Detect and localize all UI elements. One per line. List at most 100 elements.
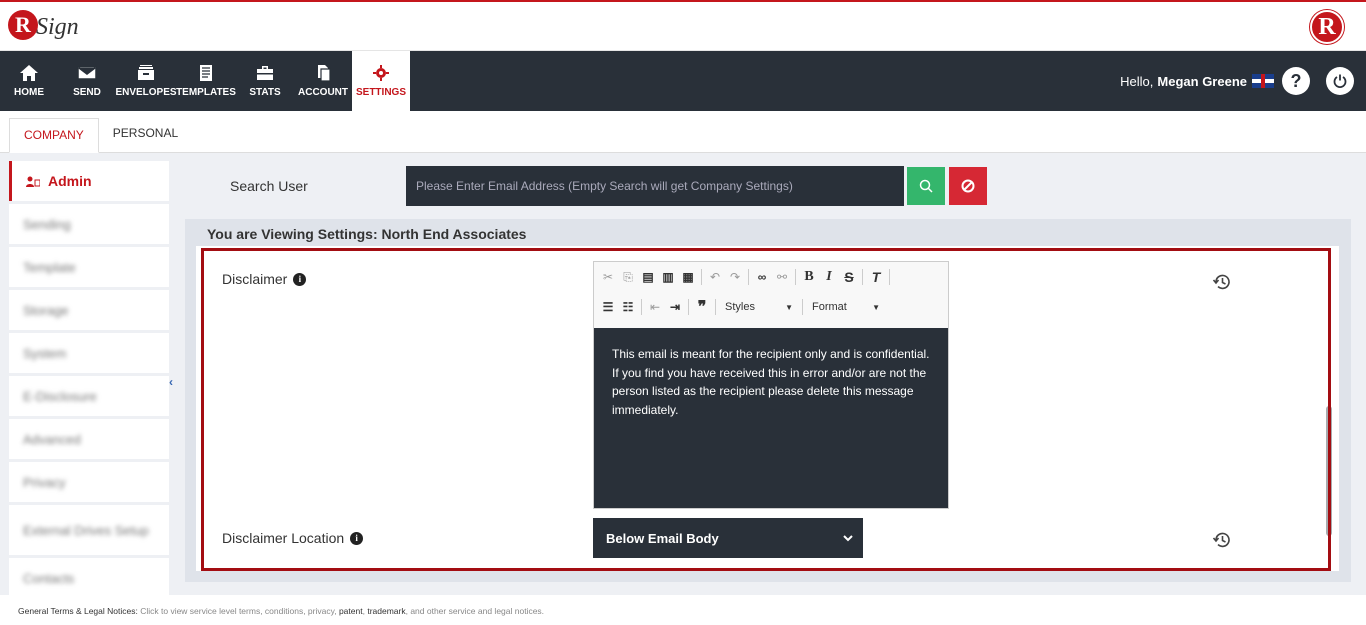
chevron-down-icon: ▼ xyxy=(785,302,793,312)
sidebar-item-privacy[interactable]: Privacy xyxy=(9,462,169,502)
sidebar-item-system[interactable]: System xyxy=(9,333,169,373)
main-navbar: HOME SEND ENVELOPES TEMPLATES STATS ACCO… xyxy=(0,51,1366,111)
strike-icon[interactable]: S xyxy=(839,267,859,287)
uk-flag-icon[interactable] xyxy=(1252,74,1274,88)
blockquote-icon[interactable]: ❞ xyxy=(692,297,712,317)
gear-icon xyxy=(373,65,389,81)
chevron-down-icon: ▼ xyxy=(872,302,880,312)
sidebar-item-label: Template xyxy=(23,259,76,275)
settings-tabs: COMPANY PERSONAL xyxy=(0,111,1366,153)
editor-toolbar-row-2: ☰ ☷ ⇤ ⇥ ❞ Styles ▼ Format ▼ xyxy=(594,292,948,322)
sidebar-item-sending[interactable]: Sending xyxy=(9,204,169,244)
location-label: Disclaimer Location xyxy=(222,530,345,546)
sidebar-item-advanced[interactable]: Advanced xyxy=(9,419,169,459)
sidebar-item-label: Admin xyxy=(48,173,92,189)
nav-account[interactable]: ACCOUNT xyxy=(294,51,352,111)
copy-icon[interactable]: ⎘ xyxy=(618,267,638,287)
disclaimer-editor: ✂ ⎘ ▤ ▥ ▦ ↶ ↷ ∞ ⚯ B I S T ☰ ☷ ⇤ ⇥ ❞ Styl… xyxy=(593,261,949,509)
search-button[interactable] xyxy=(907,167,945,205)
history-icon[interactable] xyxy=(1212,530,1232,550)
italic-icon[interactable]: I xyxy=(819,267,839,287)
bold-icon[interactable]: B xyxy=(799,267,819,287)
history-icon[interactable] xyxy=(1212,272,1232,292)
footer-trademark-link[interactable]: trademark xyxy=(367,606,405,616)
nav-stats[interactable]: STATS xyxy=(236,51,294,111)
outdent-icon[interactable]: ⇤ xyxy=(645,297,665,317)
nav-envelopes[interactable]: ENVELOPES xyxy=(115,51,177,111)
settings-sidebar: Admin Sending Template Storage System E-… xyxy=(9,161,169,601)
rsign-logo[interactable]: R Sign xyxy=(8,8,79,41)
undo-icon[interactable]: ↶ xyxy=(705,267,725,287)
power-icon[interactable] xyxy=(1326,67,1354,95)
info-icon[interactable]: i xyxy=(293,272,307,286)
toolbar-divider xyxy=(862,269,863,285)
footer-patent-link[interactable]: patent xyxy=(339,606,363,616)
clear-search-button[interactable] xyxy=(949,167,987,205)
toolbar-divider xyxy=(701,269,702,285)
toolbar-divider xyxy=(748,269,749,285)
indent-icon[interactable]: ⇥ xyxy=(665,297,685,317)
user-area: Hello, Megan Greene ? xyxy=(1120,51,1354,111)
briefcase-icon xyxy=(257,66,273,80)
unlink-icon[interactable]: ⚯ xyxy=(772,267,792,287)
sidebar-item-external-drives[interactable]: External Drives Setup xyxy=(9,505,169,555)
nav-home[interactable]: HOME xyxy=(0,51,58,111)
paste-icon[interactable]: ▤ xyxy=(638,267,658,287)
location-row-label: Disclaimer Location i xyxy=(222,530,364,546)
nav-send-label: SEND xyxy=(73,87,101,98)
templates-icon xyxy=(200,65,212,81)
user-name[interactable]: Megan Greene xyxy=(1157,74,1247,89)
link-icon[interactable]: ∞ xyxy=(752,267,772,287)
help-icon[interactable]: ? xyxy=(1282,67,1310,95)
footer-title[interactable]: General Terms & Legal Notices: xyxy=(18,606,138,616)
paste-text-icon[interactable]: ▥ xyxy=(658,267,678,287)
sidebar-item-contacts[interactable]: Contacts xyxy=(9,558,169,598)
brand-bar: R Sign R xyxy=(0,0,1366,51)
redo-icon[interactable]: ↷ xyxy=(725,267,745,287)
scrollbar[interactable] xyxy=(1325,246,1333,571)
sidebar-item-admin[interactable]: Admin xyxy=(9,161,169,201)
logo-text: Sign xyxy=(36,14,79,40)
styles-label: Styles xyxy=(725,301,755,313)
tab-company[interactable]: COMPANY xyxy=(9,118,99,153)
home-icon xyxy=(20,65,38,81)
sidebar-item-edisclosure[interactable]: E-Disclosure xyxy=(9,376,169,416)
disclaimer-text-area[interactable]: This email is meant for the recipient on… xyxy=(594,328,948,508)
tab-personal[interactable]: PERSONAL xyxy=(99,117,192,152)
sidebar-item-label: Sending xyxy=(23,216,71,232)
account-icon xyxy=(318,65,331,82)
nav-account-label: ACCOUNT xyxy=(298,87,348,98)
toolbar-divider xyxy=(641,299,642,315)
sidebar-item-template[interactable]: Template xyxy=(9,247,169,287)
sidebar-item-storage[interactable]: Storage xyxy=(9,290,169,330)
nav-stats-label: STATS xyxy=(249,87,281,98)
sidebar-item-label: Storage xyxy=(23,302,69,318)
admin-icon xyxy=(26,176,40,187)
collapse-sidebar-icon[interactable]: ‹ xyxy=(169,375,173,389)
format-dropdown[interactable]: Format ▼ xyxy=(806,297,886,317)
sidebar-item-label: Privacy xyxy=(23,474,66,490)
sidebar-item-label: E-Disclosure xyxy=(23,388,97,404)
styles-dropdown[interactable]: Styles ▼ xyxy=(719,297,799,317)
search-input[interactable] xyxy=(406,166,904,206)
nav-settings[interactable]: SETTINGS xyxy=(352,51,410,111)
greeting-text: Hello, xyxy=(1120,73,1154,89)
numbered-list-icon[interactable]: ☰ xyxy=(598,297,618,317)
nav-templates-label: TEMPLATES xyxy=(176,87,236,98)
scrollbar-thumb[interactable] xyxy=(1326,406,1332,536)
sidebar-item-label: Contacts xyxy=(23,570,75,586)
nav-send[interactable]: SEND xyxy=(58,51,116,111)
paste-word-icon[interactable]: ▦ xyxy=(678,267,698,287)
panel-title: You are Viewing Settings: North End Asso… xyxy=(207,226,527,242)
bullet-list-icon[interactable]: ☷ xyxy=(618,297,638,317)
location-value: Below Email Body xyxy=(606,530,719,546)
search-row: Search User xyxy=(185,166,987,206)
nav-templates[interactable]: TEMPLATES xyxy=(176,51,236,111)
disclaimer-location-select[interactable]: Below Email Body xyxy=(593,518,863,558)
sidebar-item-label: System xyxy=(23,345,67,361)
toolbar-divider xyxy=(715,299,716,315)
info-icon[interactable]: i xyxy=(350,531,364,545)
remove-format-icon[interactable]: T xyxy=(866,267,886,287)
toolbar-divider xyxy=(889,269,890,285)
cut-icon[interactable]: ✂ xyxy=(598,267,618,287)
